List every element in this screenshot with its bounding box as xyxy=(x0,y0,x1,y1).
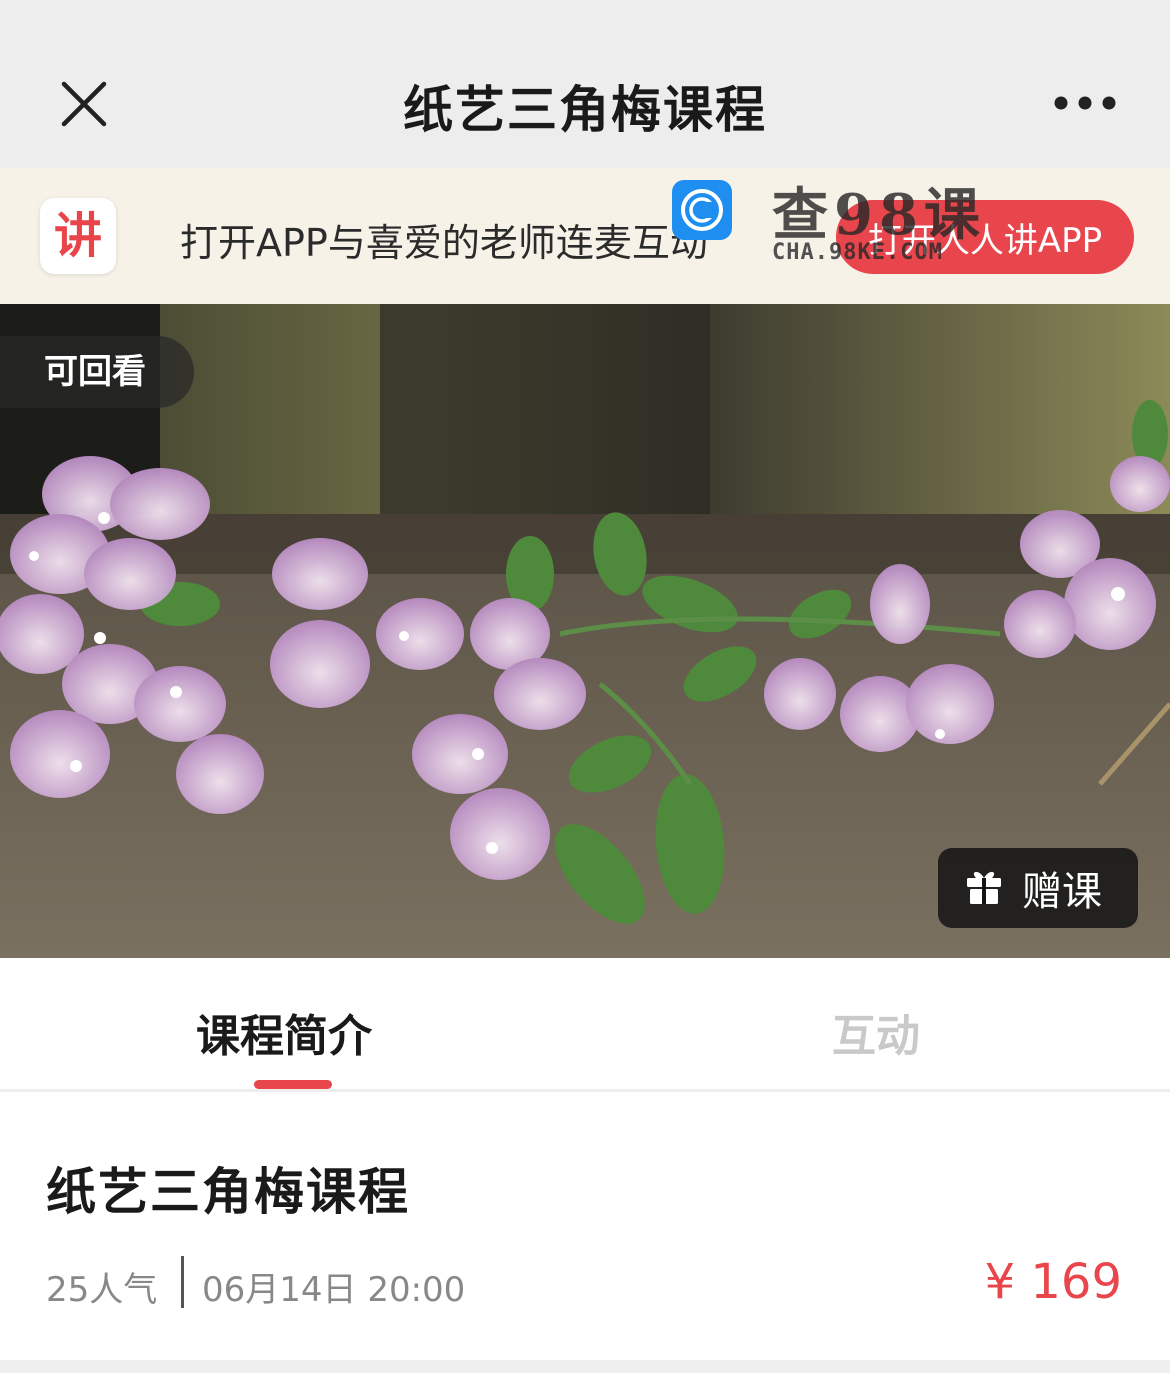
active-tab-indicator xyxy=(254,1080,332,1089)
app-logo: 讲 xyxy=(40,198,116,274)
meta-divider xyxy=(181,1256,184,1308)
popularity-count: 25人气 xyxy=(46,1270,158,1310)
course-start-time: 06月14日 20:00 xyxy=(202,1270,466,1310)
gift-label: 赠课 xyxy=(1022,869,1102,915)
watermark-title: 查98课 xyxy=(772,182,986,248)
watermark-logo-icon xyxy=(672,180,732,240)
gift-icon xyxy=(964,866,1004,910)
replay-badge: 可回看 xyxy=(0,336,194,408)
gift-course-button[interactable]: 赠课 xyxy=(938,848,1138,928)
page-title: 纸艺三角梅课程 xyxy=(403,81,767,139)
tab-bar xyxy=(0,958,1170,1092)
course-title: 纸艺三角梅课程 xyxy=(46,1163,410,1221)
tab-interaction[interactable]: 互动 xyxy=(832,1000,920,1064)
course-price: ¥ 169 xyxy=(984,1254,1122,1310)
bottom-divider xyxy=(0,1360,1170,1373)
app-logo-char: 讲 xyxy=(53,208,102,264)
watermark-subtitle: CHA.98KE.COM xyxy=(772,240,943,265)
tab-course-intro[interactable]: 课程简介 xyxy=(196,1000,372,1064)
page: 纸艺三角梅课程 讲 打开APP与喜爱的老师连麦互动 打开人人讲APP 查98课 … xyxy=(0,0,1170,1373)
banner-text: 打开APP与喜爱的老师连麦互动 xyxy=(180,221,708,265)
more-dots-icon[interactable] xyxy=(1052,88,1118,118)
